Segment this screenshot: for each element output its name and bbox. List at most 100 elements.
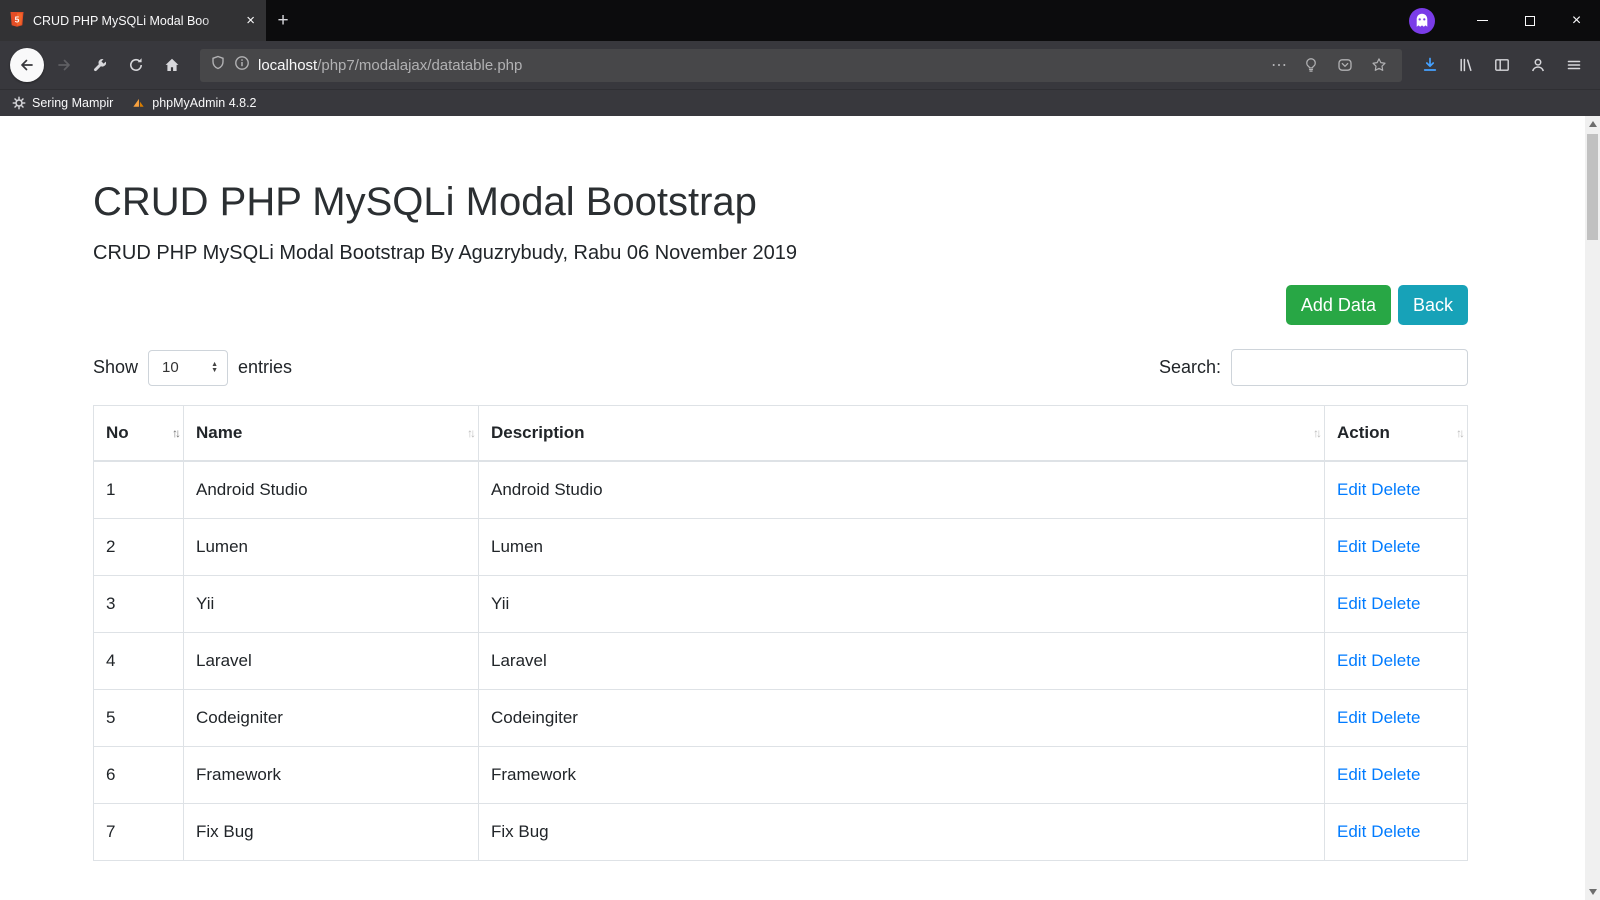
url-bar[interactable]: localhost/php7/modalajax/datatable.php ⋯ [200,49,1402,82]
bookmark-phpmyadmin[interactable]: phpMyAdmin 4.8.2 [131,96,256,111]
edit-link[interactable]: Edit [1337,822,1366,841]
delete-link[interactable]: Delete [1371,708,1420,727]
pocket-icon[interactable] [1332,52,1358,78]
column-header-name[interactable]: Name ↑↓ [184,406,479,462]
downloads-button[interactable] [1414,49,1446,81]
maximize-icon [1525,16,1535,26]
url-path: /php7/modalajax/datatable.php [317,57,522,74]
data-table: No ↑↓ Name ↑↓ Description ↑↓ Action [93,405,1468,861]
page-actions-icon[interactable]: ⋯ [1269,55,1290,75]
sort-icon: ↑↓ [467,426,473,440]
library-button[interactable] [1450,49,1482,81]
column-header-action[interactable]: Action ↑↓ [1325,406,1468,462]
edit-link[interactable]: Edit [1337,537,1366,556]
wrench-icon [92,57,108,73]
cell-description: Lumen [479,519,1325,576]
scroll-down-button[interactable] [1585,884,1600,900]
scrollbar-thumb[interactable] [1587,134,1598,240]
stepper-down-icon: ▼ [211,368,218,374]
forward-button[interactable] [48,49,80,81]
column-label: No [106,423,129,442]
cell-action: Edit Delete [1325,633,1468,690]
entries-select[interactable]: 10 ▲ ▼ [148,350,228,386]
tab-title: CRUD PHP MySQLi Modal Boo [33,14,236,28]
close-window-button[interactable]: × [1553,0,1600,41]
table-header: No ↑↓ Name ↑↓ Description ↑↓ Action [94,406,1468,462]
url-host: localhost [258,57,317,74]
search-input[interactable] [1231,349,1468,386]
account-button[interactable] [1522,49,1554,81]
bookmark-star-icon[interactable] [1366,52,1392,78]
cell-action: Edit Delete [1325,690,1468,747]
back-arrow-icon [19,57,35,73]
ghostery-extension-icon[interactable] [1409,8,1435,34]
new-tab-button[interactable]: + [266,0,300,41]
delete-link[interactable]: Delete [1371,537,1420,556]
search-label: Search: [1159,357,1221,378]
wrench-button[interactable] [84,49,116,81]
url-text[interactable]: localhost/php7/modalajax/datatable.php [258,57,1261,74]
column-header-no[interactable]: No ↑↓ [94,406,184,462]
show-label: Show [93,357,138,378]
page-title: CRUD PHP MySQLi Modal Bootstrap [93,180,1468,225]
cell-action: Edit Delete [1325,519,1468,576]
delete-link[interactable]: Delete [1371,480,1420,499]
cell-name: Lumen [184,519,479,576]
bookmark-label: Sering Mampir [32,96,113,110]
menu-button[interactable] [1558,49,1590,81]
table-row: 4 Laravel Laravel EditDelete [94,633,1468,690]
home-icon [164,57,180,73]
cell-action: Edit Delete [1325,804,1468,861]
hamburger-icon [1566,57,1582,73]
column-label: Action [1337,423,1390,442]
cell-description: Codeingiter [479,690,1325,747]
scroll-up-button[interactable] [1585,116,1600,132]
page-length-control: Show 10 ▲ ▼ entries [93,350,292,386]
edit-link[interactable]: Edit [1337,480,1366,499]
table-row: 5 Codeigniter Codeingiter EditDelete [94,690,1468,747]
delete-link[interactable]: Delete [1371,765,1420,784]
edit-link[interactable]: Edit [1337,594,1366,613]
column-label: Name [196,423,242,442]
cell-no: 3 [94,576,184,633]
back-page-button[interactable]: Back [1398,285,1468,325]
column-header-description[interactable]: Description ↑↓ [479,406,1325,462]
tab-close-icon[interactable]: × [244,12,257,29]
bookmark-sering-mampir[interactable]: Sering Mampir [12,96,113,110]
download-icon [1422,57,1438,73]
maximize-button[interactable] [1506,0,1553,41]
scroll-up-icon [1589,121,1597,127]
browser-tab[interactable]: 5 CRUD PHP MySQLi Modal Boo × [0,0,266,41]
bookmark-label: phpMyAdmin 4.8.2 [152,96,256,110]
tracking-protection-shield-icon[interactable] [210,55,226,76]
minimize-button[interactable] [1459,0,1506,41]
vertical-scrollbar[interactable] [1585,116,1600,900]
sidebar-toggle-button[interactable] [1486,49,1518,81]
site-info-icon[interactable] [234,55,250,76]
html5-icon: 5 [9,11,25,30]
cell-description: Yii [479,576,1325,633]
back-button[interactable] [10,48,44,82]
delete-link[interactable]: Delete [1371,822,1420,841]
cell-name: Framework [184,747,479,804]
lightbulb-icon[interactable] [1298,52,1324,78]
add-data-button[interactable]: Add Data [1286,285,1391,325]
home-button[interactable] [156,49,188,81]
cell-name: Codeigniter [184,690,479,747]
sort-icon: ↑↓ [1456,426,1462,440]
gear-icon [12,96,26,110]
cell-name: Yii [184,576,479,633]
cell-no: 6 [94,747,184,804]
edit-link[interactable]: Edit [1337,651,1366,670]
delete-link[interactable]: Delete [1371,651,1420,670]
cell-action: Edit Delete [1325,576,1468,633]
cell-description: Android Studio [479,461,1325,519]
edit-link[interactable]: Edit [1337,708,1366,727]
edit-link[interactable]: Edit [1337,765,1366,784]
cell-name: Android Studio [184,461,479,519]
page-subtitle: CRUD PHP MySQLi Modal Bootstrap By Aguzr… [93,242,1468,265]
reload-button[interactable] [120,49,152,81]
delete-link[interactable]: Delete [1371,594,1420,613]
search-control: Search: [1159,349,1468,386]
account-icon [1530,57,1546,73]
